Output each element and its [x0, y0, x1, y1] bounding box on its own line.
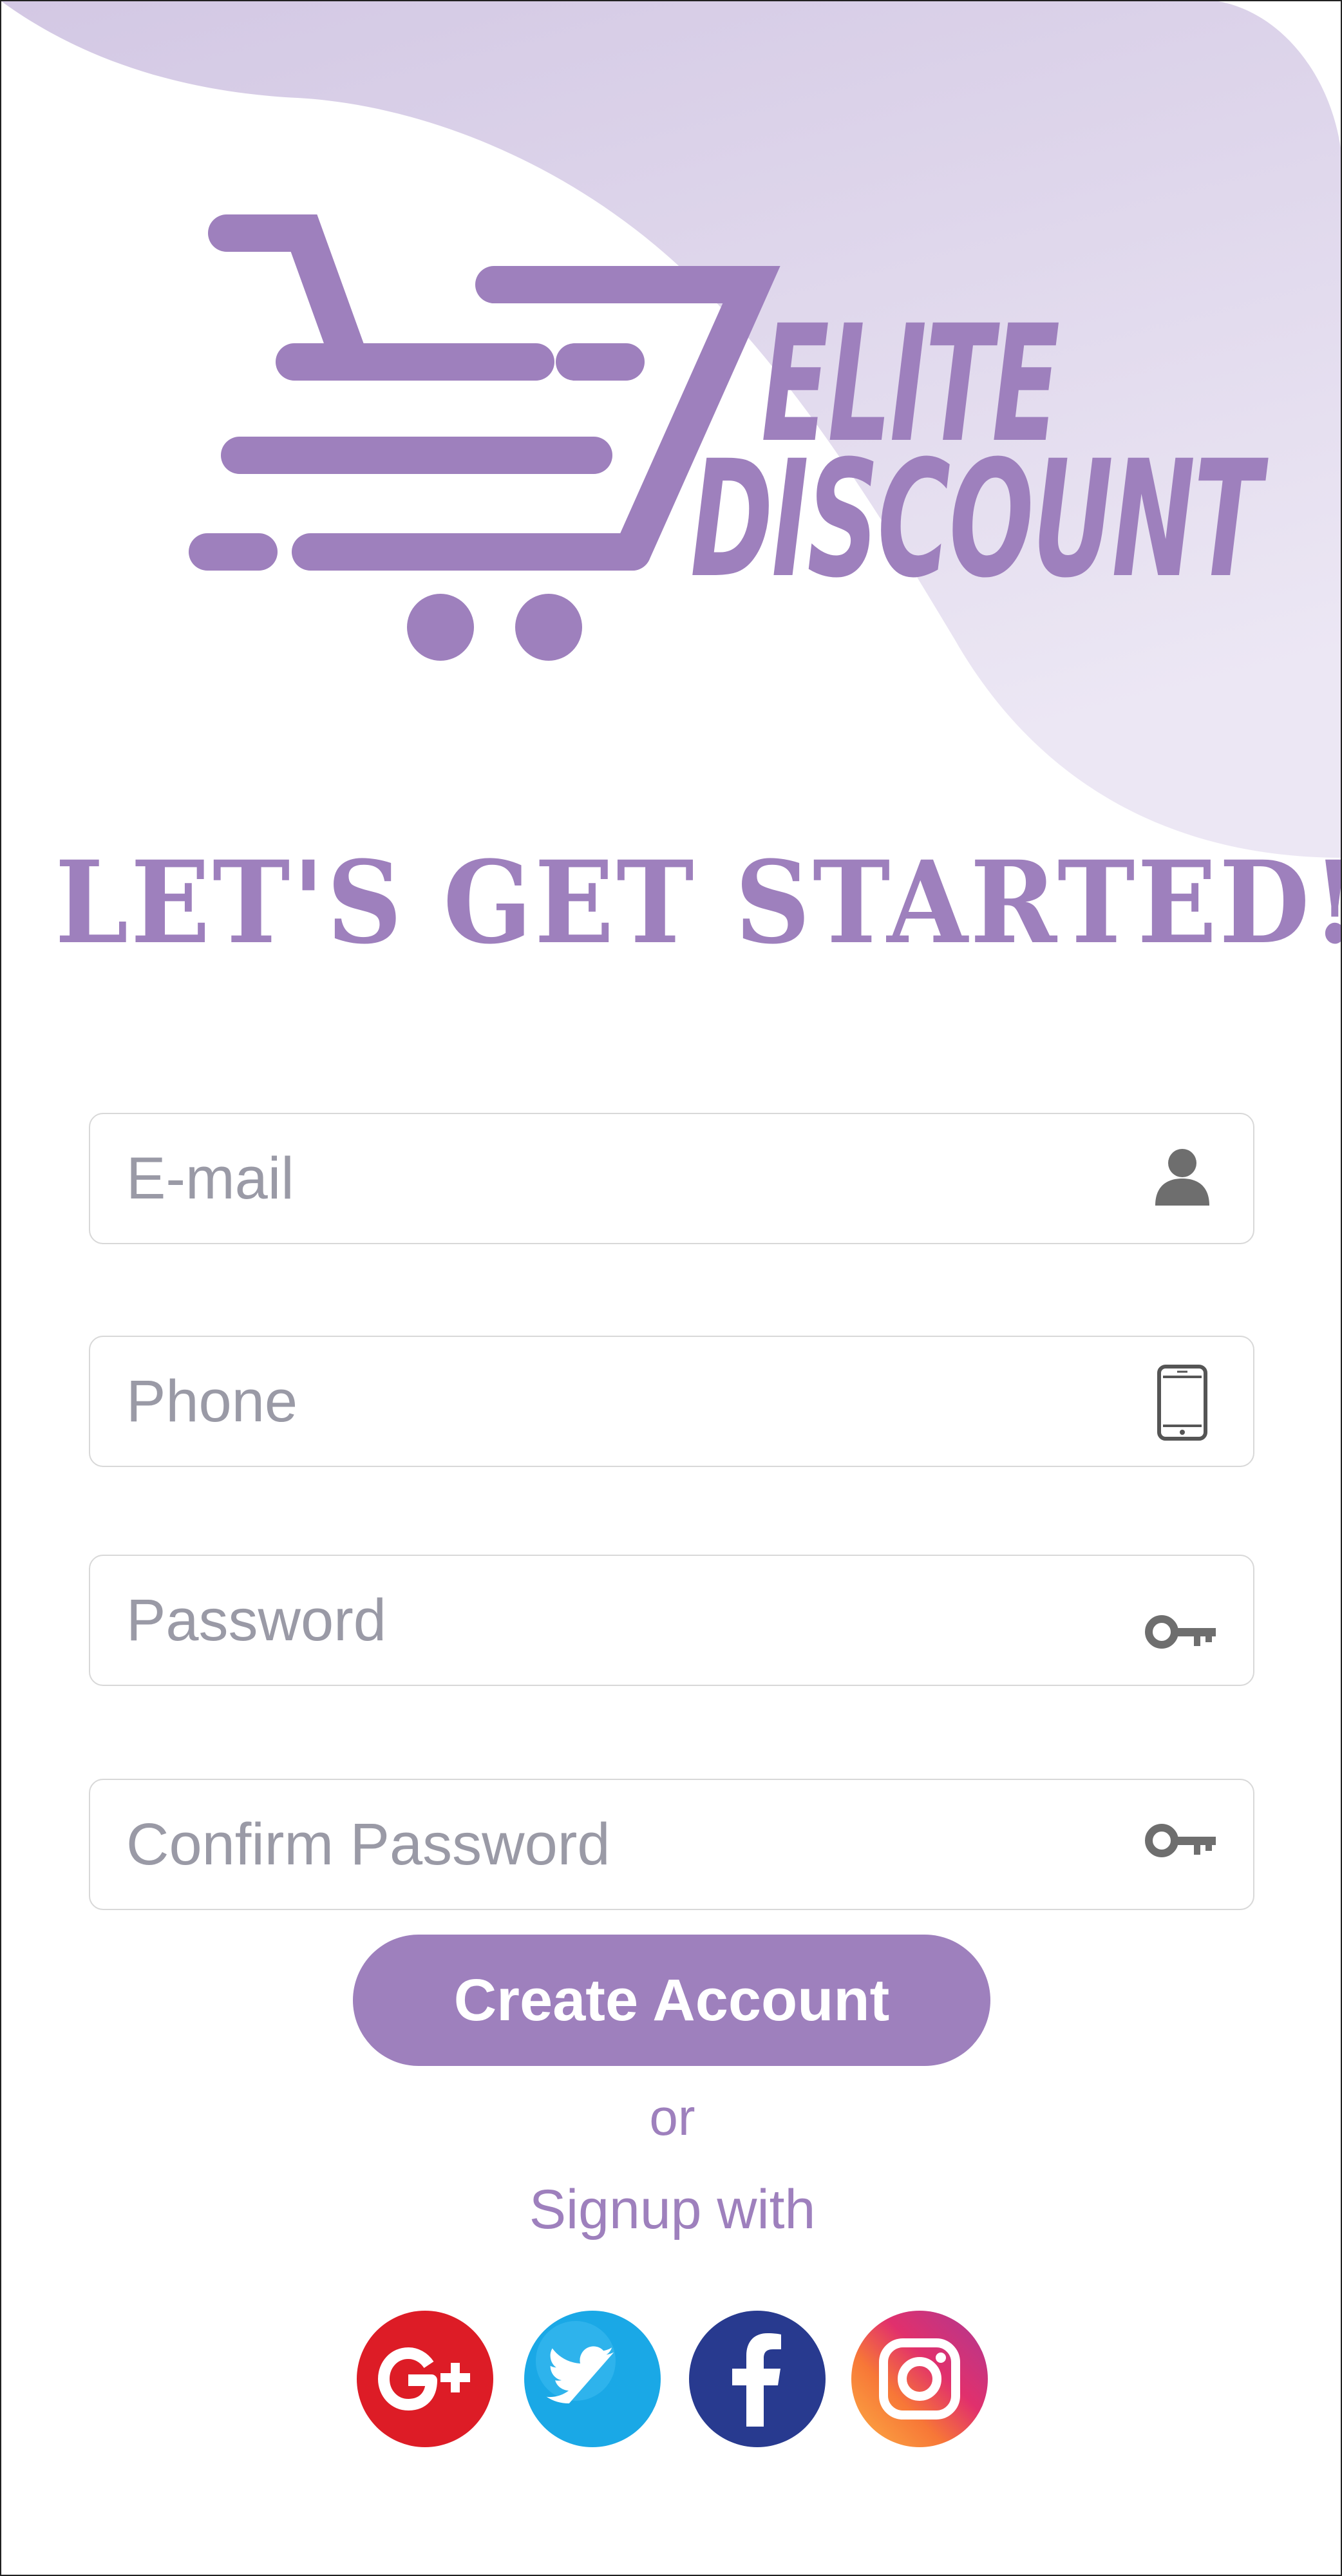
divider-text: or [649, 2088, 695, 2146]
create-account-button[interactable]: Create Account [353, 1935, 990, 2066]
confirm-password-input[interactable] [126, 1780, 1092, 1909]
key-icon [1145, 1824, 1216, 1857]
confirm-password-field[interactable] [89, 1779, 1254, 1910]
signup-screen: ELITE DISCOUNT LET'S GET STARTED!! E-mai… [0, 0, 1342, 2576]
google-plus-icon[interactable] [357, 2311, 493, 2447]
user-icon [1155, 1149, 1209, 1206]
phone-input[interactable] [126, 1337, 1092, 1466]
phone-field[interactable] [89, 1336, 1254, 1467]
twitter-icon[interactable] [524, 2311, 661, 2447]
password-input[interactable] [126, 1556, 1092, 1685]
page-title: LET'S GET STARTED!! [55, 836, 1342, 969]
signup-with-label: Signup with [529, 2179, 816, 2240]
password-field[interactable] [89, 1555, 1254, 1686]
brand-name-line2: DISCOUNT [690, 426, 1262, 613]
email-input[interactable] [126, 1114, 1092, 1243]
key-icon [1145, 1615, 1216, 1649]
facebook-icon[interactable] [689, 2311, 826, 2447]
email-field[interactable] [89, 1113, 1254, 1244]
instagram-icon[interactable] [851, 2311, 988, 2447]
smartphone-icon [1157, 1365, 1207, 1441]
